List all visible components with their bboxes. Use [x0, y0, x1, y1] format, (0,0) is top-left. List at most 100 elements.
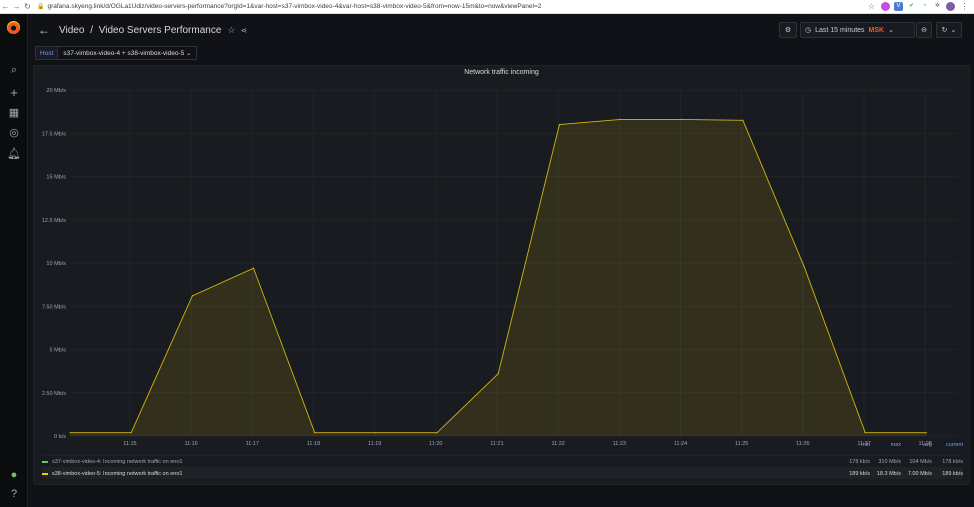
chevron-down-icon: ⌄ [950, 27, 957, 34]
chevron-down-icon: ⌄ [888, 27, 894, 34]
data-point [191, 295, 193, 297]
extension-icon[interactable] [881, 2, 890, 11]
puzzle-icon[interactable]: ✲ [933, 2, 942, 11]
legend-swatch[interactable] [42, 460, 48, 463]
x-tick-label: 11:20 [429, 441, 442, 447]
series-area [70, 119, 927, 436]
x-tick-label: 11:25 [735, 441, 748, 447]
time-range-label: Last 15 minutes [815, 26, 865, 34]
sidebar: ⌕ + ▦ ◎ 🔔︎ ● ? [0, 14, 28, 507]
clock-icon: ◷ [805, 27, 812, 34]
data-point [803, 265, 805, 268]
legend-header-max[interactable]: max [870, 442, 901, 448]
chevron-down-icon: ⌄ [186, 50, 192, 57]
x-tick-label: 11:17 [246, 441, 259, 447]
refresh-icon: ↻ [941, 27, 948, 34]
y-tick-label: 5 Mb/s [49, 348, 66, 354]
browser-bar: ← → ↻ 🔒 grafana.skyeng.link/d/OGLa1Udiz/… [0, 0, 974, 14]
avatar[interactable] [946, 2, 955, 11]
data-point [252, 267, 255, 269]
data-point [742, 119, 744, 121]
data-point [619, 118, 622, 121]
alerting-bell-icon[interactable]: 🔔︎ [0, 147, 28, 160]
address-url: grafana.skyeng.link/d/OGLa1Udiz/video-se… [47, 3, 542, 10]
legend-series-name[interactable]: s38-vimbox-video-5: Incoming network tra… [52, 471, 839, 477]
back-arrow-icon[interactable]: ← [38, 23, 50, 37]
star-icon[interactable]: ☆ [227, 25, 235, 36]
forward-arrow-icon[interactable]: → [11, 2, 22, 11]
reload-icon[interactable]: ↻ [22, 2, 33, 11]
legend-min: 178 kb/s [849, 458, 870, 465]
extension-icon[interactable]: V [894, 2, 903, 11]
dashboards-grid-icon[interactable]: ▦ [0, 106, 28, 119]
legend-max: 18.3 Mb/s [876, 470, 901, 477]
y-tick-label: 20 Mb/s [46, 88, 66, 94]
legend-header: min max avg current [839, 442, 963, 448]
data-point [130, 432, 132, 434]
user-avatar[interactable]: ● [0, 469, 28, 481]
legend-current: 178 kb/s [942, 458, 963, 465]
x-tick-label: 11:21 [490, 441, 503, 447]
variable-row: Host s37-vimbox-video-4 + s38-vimbox-vid… [35, 46, 198, 60]
refresh-button[interactable]: ↻ ⌄ [936, 22, 962, 38]
menu-dots-icon[interactable]: ⋮ [959, 2, 970, 11]
extension-icon[interactable]: ◔ [920, 2, 929, 11]
data-point [497, 373, 499, 375]
data-point [925, 432, 928, 434]
x-tick-label: 11:22 [551, 441, 564, 447]
grafana-logo-icon[interactable] [7, 21, 20, 34]
legend-max: 310 Mb/s [878, 458, 901, 465]
data-point [558, 124, 560, 126]
data-point [375, 432, 377, 434]
x-tick-label: 11:16 [184, 441, 197, 447]
panel-title[interactable]: Network traffic incoming [34, 69, 969, 76]
legend-header-avg[interactable]: avg [901, 442, 932, 448]
legend-header-current[interactable]: current [932, 442, 963, 448]
folder-link[interactable]: Video [59, 25, 84, 36]
share-icon[interactable]: ⋖ [240, 26, 247, 35]
x-tick-label: 11:23 [613, 441, 626, 447]
variable-label: Host [35, 46, 59, 60]
data-point [314, 432, 316, 434]
zoom-out-icon[interactable]: ⊖ [916, 22, 932, 38]
y-tick-label: 12.5 Mb/s [42, 218, 66, 224]
settings-gear-icon[interactable]: ⚙ [779, 22, 797, 38]
y-tick-label: 15 Mb/s [46, 175, 66, 181]
legend-row[interactable]: s38-vimbox-video-5: Incoming network tra… [42, 467, 963, 479]
explore-compass-icon[interactable]: ◎ [0, 126, 28, 139]
search-icon[interactable]: ⌕ [0, 64, 28, 77]
extension-icon[interactable]: ✔ [907, 2, 916, 11]
y-tick-label: 2.50 Mb/s [42, 391, 66, 397]
help-icon[interactable]: ? [0, 488, 28, 500]
variable-value: s37-vimbox-video-4 + s38-vimbox-video-5 [63, 50, 185, 57]
plus-icon[interactable]: + [0, 85, 28, 100]
lock-icon: 🔒 [37, 4, 45, 10]
legend-series-name[interactable]: s37-vimbox-video-4: Incoming network tra… [52, 459, 839, 465]
y-tick-label: 0 b/s [54, 434, 66, 440]
breadcrumb: Video / Video Servers Performance [59, 25, 221, 36]
legend-swatch[interactable] [42, 472, 48, 475]
legend-current: 189 kb/s [942, 470, 963, 477]
legend-min: 189 kb/s [849, 470, 870, 477]
y-tick-label: 10 Mb/s [46, 261, 66, 267]
bookmark-star-icon[interactable]: ☆ [866, 2, 877, 11]
chart[interactable]: 0 b/s 2.50 Mb/s 5 Mb/s 7.50 Mb/s 10 Mb/s 12.5… [34, 80, 969, 465]
dashboard-navbar: ← Video / Video Servers Performance ☆ ⋖ … [28, 14, 974, 46]
x-tick-label: 11:26 [796, 441, 809, 447]
graph-panel: Network traffic incoming 0 b/s 2.50 Mb/s 5… [33, 65, 970, 485]
y-tick-label: 17.5 Mb/s [42, 131, 66, 137]
back-arrow-icon[interactable]: ← [0, 2, 11, 11]
legend-header-min[interactable]: min [839, 442, 870, 448]
dashboard-title[interactable]: Video Servers Performance [99, 25, 222, 36]
x-tick-label: 11:15 [123, 441, 136, 447]
legend-avg: 104 Mb/s [909, 458, 932, 465]
x-tick-label: 11:24 [674, 441, 687, 447]
legend: min max avg current s37-vimbox-video-4: … [42, 442, 963, 479]
data-point [69, 432, 71, 434]
host-variable-select[interactable]: s37-vimbox-video-4 + s38-vimbox-video-5 … [58, 46, 198, 60]
data-point [436, 432, 438, 434]
timezone-label: MSK [868, 26, 885, 34]
address-bar[interactable]: 🔒 grafana.skyeng.link/d/OGLa1Udiz/video-… [37, 3, 541, 10]
time-range-picker[interactable]: ◷ Last 15 minutes MSK ⌄ [800, 22, 915, 38]
legend-row[interactable]: s37-vimbox-video-4: Incoming network tra… [42, 455, 963, 467]
